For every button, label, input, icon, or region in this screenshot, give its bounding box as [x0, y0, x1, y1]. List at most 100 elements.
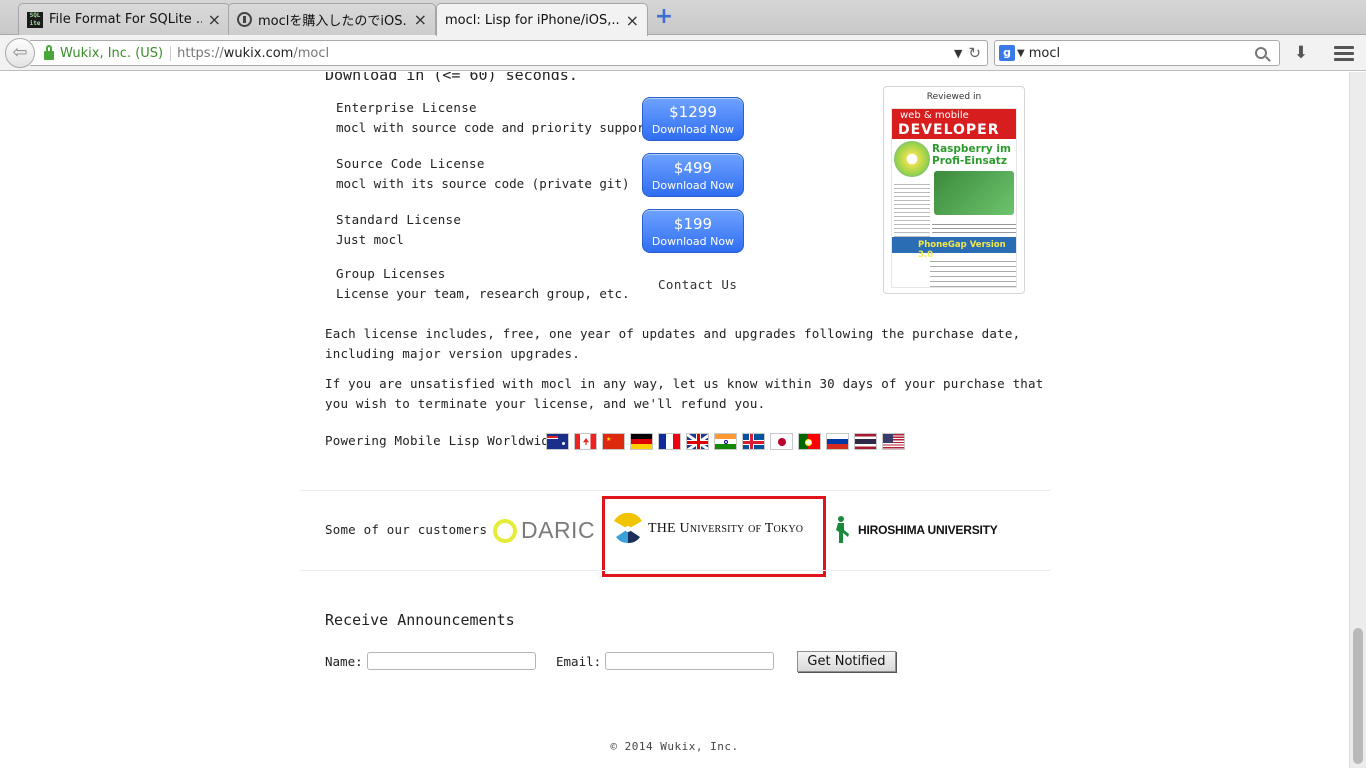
source-code-download-button[interactable]: $499 Download Now [642, 153, 744, 197]
magazine-masthead: web & mobile DEVELOPER [892, 109, 1016, 139]
name-label: Name: [325, 654, 363, 669]
download-label: Download Now [651, 179, 735, 192]
back-arrow-icon: ⇦ [12, 42, 28, 63]
price: $499 [673, 159, 713, 177]
close-tab-icon[interactable]: × [626, 11, 639, 30]
tab-title: moclを購入したのでiOS... [258, 14, 408, 29]
license-name: Enterprise License [336, 100, 477, 115]
license-name: Group Licenses [336, 266, 446, 281]
ginkgo-leaf-icon [612, 512, 644, 545]
australia-flag-icon [546, 433, 569, 450]
search-engine-dropdown-icon[interactable]: ▼ [1017, 48, 1025, 59]
canada-flag-icon [574, 433, 597, 450]
divider [300, 570, 1050, 571]
united-states-flag-icon [882, 433, 905, 450]
license-desc: mocl with its source code (private git) [336, 176, 630, 191]
magazine-headline: Raspberry im Profi-Einsatz [932, 143, 1011, 167]
url-host: wukix.com [223, 45, 294, 61]
license-standard: Standard License Just mocl [336, 210, 461, 250]
india-flag-icon [714, 433, 737, 450]
license-name: Source Code License [336, 156, 485, 171]
standard-download-button[interactable]: $199 Download Now [642, 209, 744, 253]
license-enterprise: Enterprise License mocl with source code… [336, 98, 652, 138]
tab-title: mocl: Lisp for iPhone/iOS,... [445, 12, 620, 28]
scrollbar-thumb[interactable] [1353, 628, 1363, 764]
tokyo-university-name: The University of Tokyo [648, 521, 804, 536]
address-bar[interactable]: Wukix, Inc. (US) https://wukix.com/mocl … [30, 40, 988, 66]
refund-paragraph: If you are unsatisfied with mocl in any … [325, 376, 1044, 411]
tab-title: File Format For SQLite ... [49, 12, 202, 27]
dvd-disc-icon [894, 141, 930, 177]
search-input[interactable]: mocl [1029, 46, 1255, 61]
license-desc: License your team, research group, etc. [336, 286, 630, 301]
download-label: Download Now [651, 123, 735, 136]
site-identity[interactable]: Wukix, Inc. (US) [60, 45, 172, 61]
name-input[interactable] [367, 652, 536, 670]
hiroshima-university-logo: HIROSHIMA UNIVERSITY [836, 516, 998, 544]
divider [300, 490, 1050, 491]
contact-us-link[interactable]: Contact Us [658, 277, 737, 292]
download-heading: Download in (<= 60) seconds. [325, 72, 578, 84]
history-dropdown-icon[interactable]: ▼ [954, 47, 962, 60]
url-scheme: https:// [177, 45, 224, 61]
china-flag-icon: ★ [602, 433, 625, 450]
google-icon[interactable]: g [999, 45, 1015, 61]
search-icon[interactable] [1255, 47, 1267, 59]
sqlite-favicon-icon: SQL ite [27, 11, 43, 28]
updates-paragraph: Each license includes, free, one year of… [325, 326, 1021, 361]
license-desc: Just mocl [336, 232, 404, 247]
tab-strip: SQL ite File Format For SQLite ... × mocl… [0, 0, 1366, 36]
search-bar[interactable]: g ▼ mocl [994, 40, 1280, 66]
footer-copyright: © 2014 Wukix, Inc. [610, 740, 739, 753]
thailand-flag-icon [854, 433, 877, 450]
raspberry-board-image [934, 171, 1014, 215]
france-flag-icon [658, 433, 681, 450]
back-button[interactable]: ⇦ [5, 38, 35, 68]
enterprise-download-button[interactable]: $1299 Download Now [642, 97, 744, 141]
downloads-icon[interactable]: ⬇ [1290, 43, 1312, 65]
announcements-heading: Receive Announcements [325, 611, 515, 629]
email-label: Email: [556, 654, 602, 669]
russia-flag-icon [826, 433, 849, 450]
customers-label: Some of our customers [325, 522, 488, 537]
magazine-cover-image: web & mobile DEVELOPER Raspberry im Prof… [891, 108, 1017, 288]
download-label: Download Now [651, 235, 735, 248]
close-tab-icon[interactable]: × [208, 10, 221, 29]
country-flags: ★ [546, 433, 910, 450]
tab-mocl-lisp[interactable]: mocl: Lisp for iPhone/iOS,... × [436, 3, 648, 36]
license-group: Group Licenses License your team, resear… [336, 264, 630, 304]
reviewed-in-label: Reviewed in [926, 92, 982, 102]
portugal-flag-icon [798, 433, 821, 450]
email-input[interactable] [605, 652, 774, 670]
new-tab-plus-icon[interactable]: + [652, 6, 676, 30]
lock-icon [44, 44, 54, 60]
daric-logo: DARIC [493, 517, 595, 544]
hamburger-menu-icon[interactable] [1334, 43, 1354, 63]
magazine-title: DEVELOPER [898, 122, 1000, 138]
magazine-banner: PhoneGap Version 3.0 [892, 237, 1016, 260]
page-content: Download in (<= 60) seconds. Enterprise … [0, 72, 1349, 768]
license-source-code: Source Code License mocl with its source… [336, 154, 630, 194]
iceland-flag-icon [742, 433, 765, 450]
magazine-review-card[interactable]: Reviewed in web & mobile DEVELOPER Raspb… [883, 86, 1025, 294]
license-desc: mocl with source code and priority suppo… [336, 120, 653, 135]
price: $1299 [669, 103, 717, 121]
license-name: Standard License [336, 212, 462, 227]
url-path: /mocl [293, 45, 330, 61]
close-tab-icon[interactable]: × [414, 10, 427, 29]
tab-mocl-purchase[interactable]: moclを購入したのでiOS... × [228, 3, 436, 35]
price: $199 [673, 215, 713, 233]
get-notified-button[interactable]: Get Notified [797, 651, 896, 672]
info-circle-icon [237, 12, 252, 27]
magazine-brand: web & mobile [900, 110, 969, 121]
university-of-tokyo-logo: The University of Tokyo [612, 512, 804, 545]
navigation-toolbar: Wukix, Inc. (US) https://wukix.com/mocl … [0, 35, 1366, 71]
daric-name: DARIC [521, 517, 596, 543]
powering-label: Powering Mobile Lisp Worldwide [325, 433, 557, 448]
germany-flag-icon [630, 433, 653, 450]
tab-sqlite[interactable]: SQL ite File Format For SQLite ... × [18, 3, 230, 35]
reload-icon[interactable]: ↻ [968, 44, 981, 62]
united-kingdom-flag-icon [686, 433, 709, 450]
japan-flag-icon [770, 433, 793, 450]
vertical-scrollbar[interactable] [1349, 72, 1366, 768]
